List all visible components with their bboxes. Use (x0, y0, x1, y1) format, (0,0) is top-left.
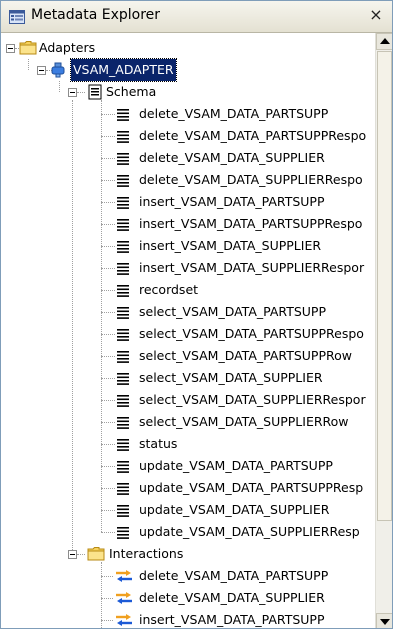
tree-node-schema-item[interactable]: select_VSAM_DATA_SUPPLIERRespor (1, 389, 375, 411)
tree-node-interactions[interactable]: Interactions (1, 543, 375, 565)
tree-node-label: select_VSAM_DATA_PARTSUPPRespo (139, 326, 364, 341)
tree-node-schema-item[interactable]: status (1, 433, 375, 455)
tree-node-label: update_VSAM_DATA_SUPPLIERResp (139, 524, 360, 539)
tree-node-schema-item[interactable]: select_VSAM_DATA_SUPPLIER (1, 367, 375, 389)
tree-node-label: update_VSAM_DATA_SUPPLIER (139, 502, 330, 517)
tree-node-label: Adapters (39, 40, 96, 55)
tree-node-label: insert_VSAM_DATA_SUPPLIERRespor (139, 260, 365, 275)
tree-node-label: Interactions (109, 546, 184, 561)
tree-node-schema-item[interactable]: select_VSAM_DATA_PARTSUPP (1, 301, 375, 323)
tree-node-adapters[interactable]: Adapters (1, 37, 375, 59)
tree-node-label: status (139, 436, 178, 451)
tree-node-label: insert_VSAM_DATA_PARTSUPP (139, 612, 325, 627)
tree-node-label: recordset (139, 282, 199, 297)
tree-node-label: delete_VSAM_DATA_PARTSUPP (139, 106, 329, 121)
tree-node-schema-item[interactable]: select_VSAM_DATA_PARTSUPPRespo (1, 323, 375, 345)
tree-node-schema-item[interactable]: select_VSAM_DATA_PARTSUPPRow (1, 345, 375, 367)
tree-node-label: delete_VSAM_DATA_PARTSUPP (139, 568, 329, 583)
title-bar: Metadata Explorer × (1, 1, 392, 33)
tree-node-schema[interactable]: Schema (1, 81, 375, 103)
scroll-thumb[interactable] (377, 51, 392, 521)
tree-node-interaction[interactable]: delete_VSAM_DATA_PARTSUPP (1, 565, 375, 587)
tree-node-schema-item[interactable]: update_VSAM_DATA_SUPPLIERResp (1, 521, 375, 543)
tree-node-schema-item[interactable]: recordset (1, 279, 375, 301)
tree-node-schema-item[interactable]: insert_VSAM_DATA_SUPPLIERRespor (1, 257, 375, 279)
tree-node-schema-item[interactable]: update_VSAM_DATA_SUPPLIER (1, 499, 375, 521)
tree-connector (72, 100, 73, 550)
arrow-down-icon (380, 619, 390, 625)
arrow-up-icon (380, 38, 390, 44)
scroll-up-button[interactable] (376, 33, 392, 50)
tree-node-label: select_VSAM_DATA_SUPPLIERRespor (139, 392, 366, 407)
tree-node-label: update_VSAM_DATA_PARTSUPPResp (139, 480, 364, 495)
tree-node-label: delete_VSAM_DATA_PARTSUPPRespo (139, 128, 367, 143)
scroll-down-button[interactable] (376, 613, 392, 628)
tree-node-schema-item[interactable]: insert_VSAM_DATA_PARTSUPPRespo (1, 213, 375, 235)
window-title: Metadata Explorer (31, 7, 161, 23)
tree-node-label: insert_VSAM_DATA_SUPPLIER (139, 238, 322, 253)
tree-node-schema-item[interactable]: insert_VSAM_DATA_SUPPLIER (1, 235, 375, 257)
metadata-tree[interactable]: Adapters VSAM_ADAPTER Schema delete_VSAM_DA… (1, 33, 375, 628)
tree-node-label: select_VSAM_DATA_SUPPLIERRow (139, 414, 349, 429)
tree-node-schema-item[interactable]: update_VSAM_DATA_PARTSUPPResp (1, 477, 375, 499)
tree-node-interaction[interactable]: insert_VSAM_DATA_PARTSUPP (1, 609, 375, 628)
tree-node-label: insert_VSAM_DATA_PARTSUPP (139, 194, 325, 209)
tree-node-label: select_VSAM_DATA_PARTSUPPRow (139, 348, 353, 363)
tree-node-schema-item[interactable]: insert_VSAM_DATA_PARTSUPP (1, 191, 375, 213)
tree-node-schema-item[interactable]: select_VSAM_DATA_SUPPLIERRow (1, 411, 375, 433)
metadata-explorer-icon (9, 9, 25, 24)
interaction-icon (115, 612, 133, 628)
tree-node-label: update_VSAM_DATA_PARTSUPP (139, 458, 333, 473)
tree-connector (101, 562, 102, 628)
tree-node-label: select_VSAM_DATA_SUPPLIER (139, 370, 323, 385)
tree-node-label: insert_VSAM_DATA_PARTSUPPRespo (139, 216, 363, 231)
tree-node-interaction[interactable]: delete_VSAM_DATA_SUPPLIER (1, 587, 375, 609)
tree-node-vsam-adapter[interactable]: VSAM_ADAPTER (1, 58, 375, 82)
close-icon[interactable]: × (366, 5, 386, 25)
metadata-explorer-window: Metadata Explorer × Adapters VSAM_ADAPTER… (0, 0, 393, 629)
tree-node-label: Schema (106, 84, 157, 99)
tree-node-label: VSAM_ADAPTER (70, 58, 177, 82)
tree-connector (101, 100, 102, 532)
tree-node-schema-item[interactable]: delete_VSAM_DATA_SUPPLIER (1, 147, 375, 169)
tree-node-schema-item[interactable]: delete_VSAM_DATA_SUPPLIERRespo (1, 169, 375, 191)
tree-node-schema-item[interactable]: delete_VSAM_DATA_PARTSUPP (1, 103, 375, 125)
tree-node-label: select_VSAM_DATA_PARTSUPP (139, 304, 327, 319)
tree-node-label: delete_VSAM_DATA_SUPPLIER (139, 150, 325, 165)
vertical-scrollbar[interactable] (375, 33, 392, 628)
tree-node-label: delete_VSAM_DATA_SUPPLIERRespo (139, 172, 363, 187)
tree-node-label: delete_VSAM_DATA_SUPPLIER (139, 590, 325, 605)
tree-node-schema-item[interactable]: delete_VSAM_DATA_PARTSUPPRespo (1, 125, 375, 147)
tree-node-schema-item[interactable]: update_VSAM_DATA_PARTSUPP (1, 455, 375, 477)
